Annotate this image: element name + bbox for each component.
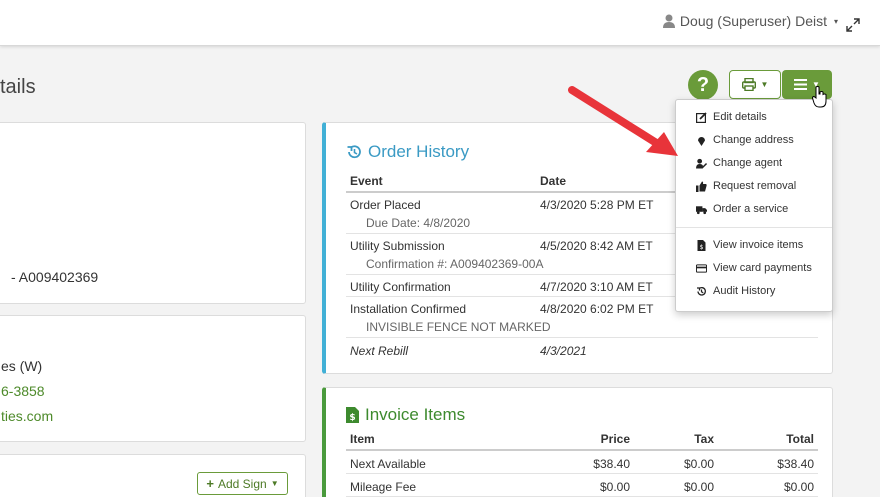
annotation-arrow <box>568 86 678 156</box>
svg-text:$: $ <box>700 244 704 251</box>
event-date: 4/7/2020 3:10 AM ET <box>540 280 653 294</box>
svg-text:$: $ <box>349 413 355 423</box>
menu-item-audit-history[interactable]: Audit History <box>696 285 775 297</box>
contact-panel: es (W) 6-3858 ties.com <box>0 315 306 442</box>
expand-icon[interactable] <box>846 18 860 32</box>
menu-item-change-address[interactable]: Change address <box>696 134 794 146</box>
user-name: Doug (Superuser) Deist <box>679 13 827 29</box>
table-row: Next Rebill 4/3/2021 <box>346 338 818 362</box>
table-row: Mileage Fee $0.00 $0.00 $0.00 <box>346 474 818 497</box>
invoice-items-table: Item Price Tax Total Next Available $38.… <box>346 429 818 497</box>
truck-icon <box>696 205 707 214</box>
menu-item-label: View card payments <box>713 262 812 274</box>
user-menu[interactable]: Doug (Superuser) Deist ▾ <box>662 13 838 29</box>
event-date: 4/5/2020 8:42 AM ET <box>540 239 653 253</box>
order-history-title: Order History <box>346 142 469 162</box>
details-panel: - A009402369 <box>0 122 306 304</box>
item-total: $38.40 <box>777 457 814 471</box>
map-pin-icon <box>698 136 705 146</box>
event-date: 4/3/2021 <box>540 344 587 358</box>
menu-item-order-service[interactable]: Order a service <box>696 203 788 215</box>
menu-item-label: Order a service <box>713 203 789 215</box>
credit-card-icon <box>696 263 707 273</box>
invoice-icon: $ <box>346 407 359 423</box>
printer-icon <box>741 78 756 91</box>
menu-item-view-invoice-items[interactable]: $ View invoice items <box>696 239 803 251</box>
item-name: Next Available <box>350 457 426 471</box>
event-detail: INVISIBLE FENCE NOT MARKED <box>366 320 551 334</box>
event-detail: Confirmation #: A009402369-00A <box>366 257 544 271</box>
page-title: tails <box>0 76 36 98</box>
order-history-label: Order History <box>368 142 470 161</box>
item-tax: $0.00 <box>683 457 714 471</box>
help-button[interactable]: ? <box>688 70 718 100</box>
event-name: Utility Confirmation <box>350 280 451 294</box>
chevron-down-icon: ▼ <box>760 80 769 89</box>
menu-item-label: Edit details <box>713 111 767 123</box>
chevron-down-icon: ▼ <box>270 479 279 488</box>
thumbs-up-icon <box>696 181 707 192</box>
plus-icon: + <box>206 476 214 491</box>
menu-item-change-agent[interactable]: Change agent <box>696 157 782 169</box>
add-sign-button[interactable]: + Add Sign ▼ <box>197 472 288 495</box>
user-edit-icon <box>696 158 707 169</box>
user-icon <box>662 14 675 28</box>
history-icon <box>347 145 361 159</box>
event-name: Utility Submission <box>350 239 445 253</box>
column-header-tax: Tax <box>694 432 714 446</box>
table-row: Next Available $38.40 $0.00 $38.40 <box>346 451 818 474</box>
column-header-price: Price <box>600 432 630 446</box>
menu-item-label: Change address <box>713 134 794 146</box>
contact-label: es (W) <box>1 358 43 374</box>
event-name: Order Placed <box>350 198 421 212</box>
column-header-date: Date <box>540 174 567 188</box>
print-button[interactable]: ▼ <box>729 70 781 99</box>
invoice-items-title: $ Invoice Items <box>346 405 465 425</box>
menu-item-label: Change agent <box>713 157 783 169</box>
column-header-item: Item <box>350 432 375 446</box>
email-link[interactable]: ties.com <box>1 408 53 424</box>
menu-item-edit-details[interactable]: Edit details <box>696 111 767 123</box>
menu-divider <box>676 227 832 228</box>
event-date: 4/3/2020 5:28 PM ET <box>540 198 654 212</box>
table-header: Item Price Tax Total <box>346 429 818 451</box>
add-sign-label: Add Sign <box>217 476 267 491</box>
event-detail: Due Date: 4/8/2020 <box>366 216 471 230</box>
invoice-items-label: Invoice Items <box>365 405 466 424</box>
chevron-down-icon: ▾ <box>833 16 838 26</box>
top-bar: Doug (Superuser) Deist ▾ <box>0 0 880 46</box>
account-number: - A009402369 <box>11 269 99 285</box>
event-name: Installation Confirmed <box>350 302 467 316</box>
item-name: Mileage Fee <box>350 480 417 494</box>
item-total: $0.00 <box>783 480 814 494</box>
menu-item-label: Audit History <box>713 285 776 297</box>
history-icon <box>697 286 706 296</box>
menu-item-label: Request removal <box>713 180 797 192</box>
menu-item-label: View invoice items <box>713 239 804 251</box>
item-tax: $0.00 <box>683 480 714 494</box>
column-header-total: Total <box>786 432 814 446</box>
hand-pointer-cursor <box>812 86 827 108</box>
actions-dropdown: Edit details Change address Change agent… <box>675 99 833 312</box>
menu-item-request-removal[interactable]: Request removal <box>696 180 796 192</box>
item-price: $0.00 <box>599 480 630 494</box>
event-name: Next Rebill <box>350 344 409 358</box>
invoice-items-panel: $ Invoice Items Item Price Tax Total Nex… <box>322 387 833 497</box>
event-date: 4/8/2020 6:02 PM ET <box>540 302 654 316</box>
column-header-event: Event <box>350 174 383 188</box>
phone-link[interactable]: 6-3858 <box>1 383 45 399</box>
edit-icon <box>696 111 707 123</box>
menu-item-view-card-payments[interactable]: View card payments <box>696 262 812 274</box>
hamburger-icon <box>794 79 808 90</box>
invoice-icon: $ <box>697 239 706 251</box>
item-price: $38.40 <box>593 457 630 471</box>
